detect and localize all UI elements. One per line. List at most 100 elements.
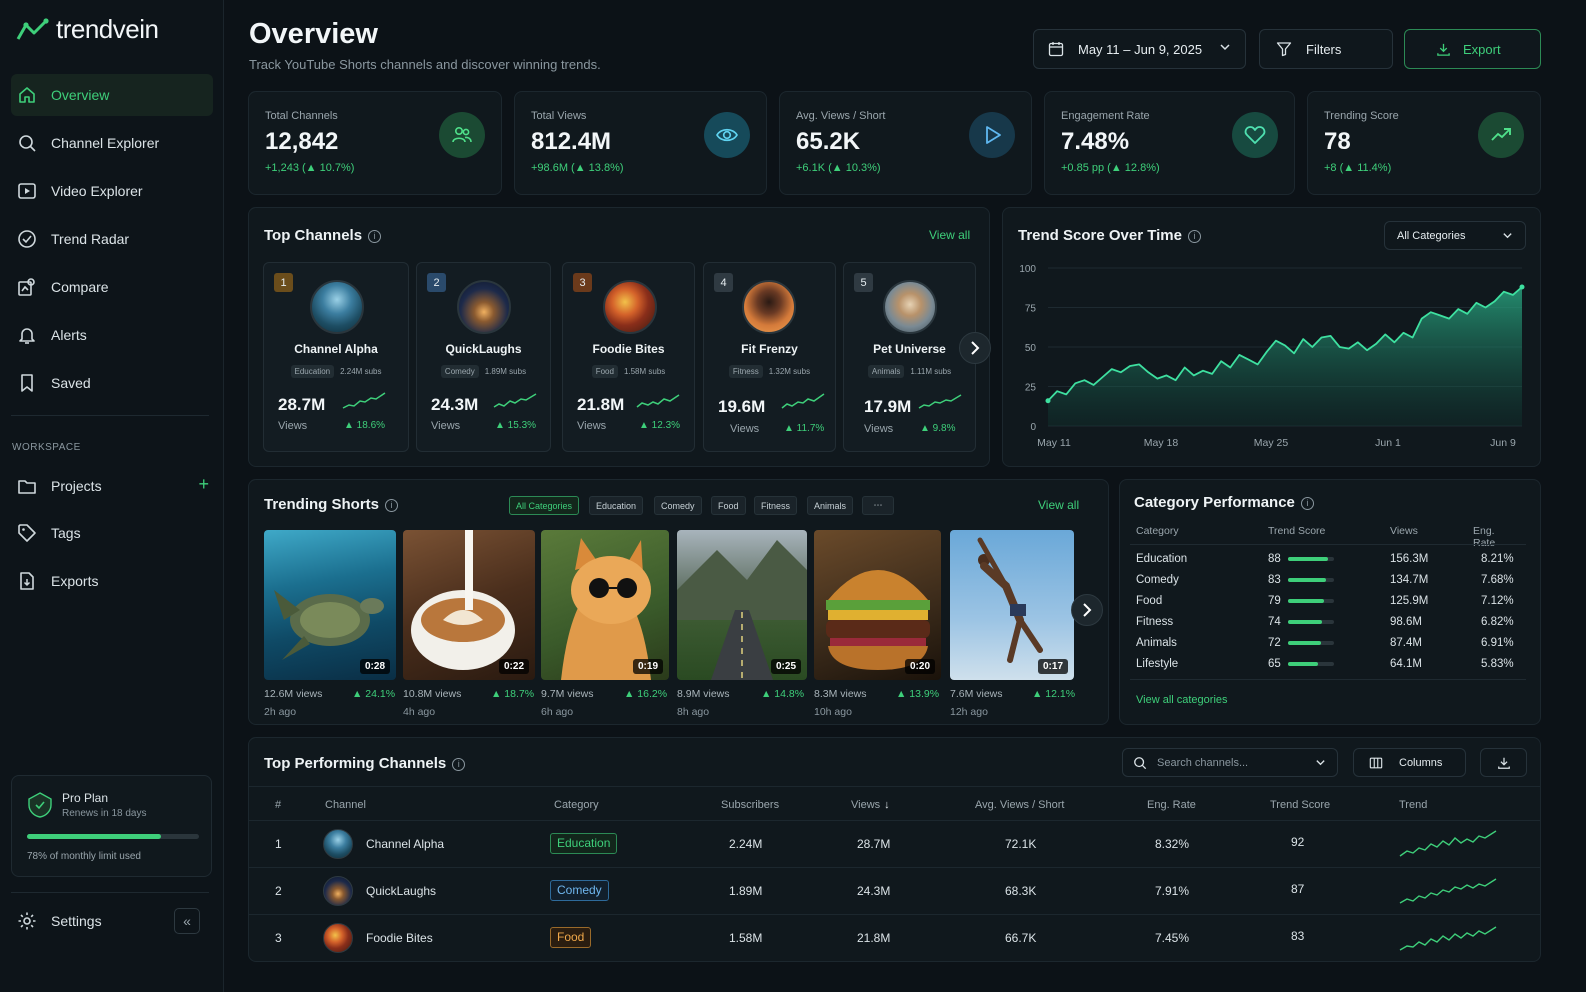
export-button[interactable]: Export: [1404, 29, 1541, 69]
score-bar-fill: [1288, 599, 1325, 603]
nav-overview[interactable]: Overview: [11, 74, 213, 116]
category-header-divider: [1130, 544, 1526, 545]
category-row[interactable]: Lifestyle 65 64.1M 5.83%: [1136, 655, 1516, 676]
table-row[interactable]: 2 QuickLaughs Comedy 1.89M 24.3M 68.3K 7…: [249, 867, 1540, 914]
short-thumbnail-road[interactable]: 0:25: [677, 530, 807, 680]
brand-logo[interactable]: trendvein: [16, 14, 159, 45]
channel-name: Foodie Bites: [592, 342, 665, 356]
nav-exports[interactable]: Exports: [11, 560, 213, 602]
table-download-button[interactable]: [1480, 748, 1527, 777]
channel-card[interactable]: 4 Fit Frenzy Fitness 1.32M subs 19.6M Vie…: [703, 262, 836, 452]
th-trend-score[interactable]: Trend Score: [1270, 799, 1330, 811]
row-channel[interactable]: Channel Alpha: [366, 837, 444, 851]
category-dropdown[interactable]: All Categories: [1384, 221, 1526, 250]
nav-projects[interactable]: Projects +: [11, 465, 213, 507]
short-age: 12h ago: [950, 706, 988, 718]
add-project-icon[interactable]: +: [198, 475, 209, 493]
short-thumbnail-flip[interactable]: 0:17: [950, 530, 1074, 680]
columns-button[interactable]: Columns: [1353, 748, 1466, 777]
trend-point: [1211, 373, 1213, 375]
filter-chip-comedy[interactable]: Comedy: [654, 496, 702, 515]
nav-saved[interactable]: Saved: [11, 362, 213, 404]
filters-button[interactable]: Filters: [1259, 29, 1393, 69]
channel-search-input[interactable]: Search channels...: [1122, 748, 1338, 777]
top-channels-view-all[interactable]: View all: [929, 228, 970, 242]
filter-chip-education[interactable]: Education: [589, 496, 644, 515]
category-name: Education: [1136, 553, 1188, 565]
nav-alerts[interactable]: Alerts: [11, 314, 213, 356]
category-row[interactable]: Food 79 125.9M 7.12%: [1136, 592, 1516, 613]
category-row[interactable]: Fitness 74 98.6M 6.82%: [1136, 613, 1516, 634]
collapse-sidebar-button[interactable]: «: [174, 908, 200, 934]
channel-views: 28.7M: [278, 395, 326, 414]
channel-card[interactable]: 5 Pet Universe Animals 1.11M subs 17.9M V…: [843, 262, 976, 452]
stat-label: Trending Score: [1324, 110, 1399, 122]
short-thumbnail-cat[interactable]: 0:19: [541, 530, 669, 680]
more-filters-button[interactable]: ⋯: [862, 496, 894, 515]
plan-card[interactable]: Pro Plan Renews in 18 days 78% of monthl…: [11, 775, 212, 877]
chevron-right-icon: [971, 341, 980, 355]
sidebar-divider: [11, 415, 209, 416]
view-all-categories-link[interactable]: View all categories: [1136, 694, 1228, 706]
short-thumbnail-burger[interactable]: 0:20: [814, 530, 941, 680]
short-growth: ▲ 16.2%: [624, 688, 668, 700]
info-icon[interactable]: i: [1300, 497, 1314, 510]
trend-point: [1275, 340, 1277, 342]
table-row[interactable]: 3 Foodie Bites Food 1.58M 21.8M 66.7K 7.…: [249, 914, 1540, 961]
info-icon[interactable]: i: [368, 230, 382, 243]
stat-card-total-views: Total Views 812.4M +98.6M (▲ 13.8%): [514, 91, 767, 195]
category-score: 88: [1268, 553, 1281, 565]
category-row[interactable]: Education 88 156.3M 8.21%: [1136, 550, 1516, 571]
row-channel[interactable]: Foodie Bites: [366, 931, 433, 945]
info-icon[interactable]: i: [385, 499, 399, 512]
trend-point: [1056, 390, 1058, 392]
columns-icon: [1369, 757, 1383, 768]
folder-icon: [18, 480, 36, 494]
th-eng-rate[interactable]: Eng. Rate: [1147, 799, 1196, 811]
category-row[interactable]: Animals 72 87.4M 6.91%: [1136, 634, 1516, 655]
filter-chip-food[interactable]: Food: [711, 496, 746, 515]
short-thumbnail-coffee[interactable]: 0:22: [403, 530, 535, 680]
category-tag: Comedy: [440, 365, 479, 378]
category-name: Animals: [1136, 637, 1177, 649]
channel-card[interactable]: 2 QuickLaughs Comedy 1.89M subs 24.3M Vie…: [416, 262, 551, 452]
trend-point: [1366, 349, 1368, 351]
subscriber-count: 1.32M subs: [768, 367, 811, 376]
short-thumbnail-turtle[interactable]: 0:28: [264, 530, 396, 680]
nav-compare[interactable]: Compare: [11, 266, 213, 308]
turtle-illustration: [274, 590, 384, 660]
top-channels-title-text: Top Channels: [264, 227, 363, 244]
th-subscribers[interactable]: Subscribers: [721, 799, 779, 811]
next-shorts-button[interactable]: [1071, 594, 1103, 626]
th-views-sort[interactable]: Views ↓: [851, 799, 890, 811]
trending-shorts-view-all[interactable]: View all: [1038, 498, 1079, 512]
th-rank: #: [275, 799, 282, 811]
th-channel[interactable]: Channel: [325, 799, 366, 811]
th-category[interactable]: Category: [554, 799, 599, 811]
row-channel[interactable]: QuickLaughs: [366, 884, 436, 898]
th-avg-views[interactable]: Avg. Views / Short: [975, 799, 1064, 811]
nav-channel-explorer[interactable]: Channel Explorer: [11, 122, 213, 164]
category-views: 125.9M: [1390, 595, 1429, 607]
next-channels-button[interactable]: [959, 332, 991, 364]
info-icon[interactable]: i: [1187, 230, 1201, 243]
nav-video-explorer[interactable]: Video Explorer: [11, 170, 213, 212]
filter-chip-all[interactable]: All Categories: [509, 496, 580, 515]
nav-trend-radar[interactable]: Trend Radar: [11, 218, 213, 260]
nav-tags[interactable]: Tags: [11, 512, 213, 554]
trend-point: [1339, 346, 1341, 348]
filter-chip-fitness[interactable]: Fitness: [754, 496, 798, 515]
shield-icon: [28, 792, 52, 818]
date-range-picker[interactable]: May 11 – Jun 9, 2025: [1033, 29, 1246, 69]
trend-sparkline: [1399, 830, 1497, 857]
category-badge: Comedy: [550, 880, 609, 901]
category-eng-rate: 8.21%: [1481, 553, 1514, 565]
download-icon: [1497, 757, 1510, 769]
info-icon[interactable]: i: [452, 758, 466, 771]
row-views: 24.3M: [857, 884, 891, 898]
filter-chip-animals[interactable]: Animals: [807, 496, 854, 515]
table-row[interactable]: 1 Channel Alpha Education 2.24M 28.7M 72…: [249, 820, 1540, 867]
channel-card[interactable]: 1 Channel Alpha Education 2.24M subs 28.7…: [263, 262, 409, 452]
category-row[interactable]: Comedy 83 134.7M 7.68%: [1136, 571, 1516, 592]
channel-card[interactable]: 3 Foodie Bites Food 1.58M subs 21.8M View…: [562, 262, 695, 452]
